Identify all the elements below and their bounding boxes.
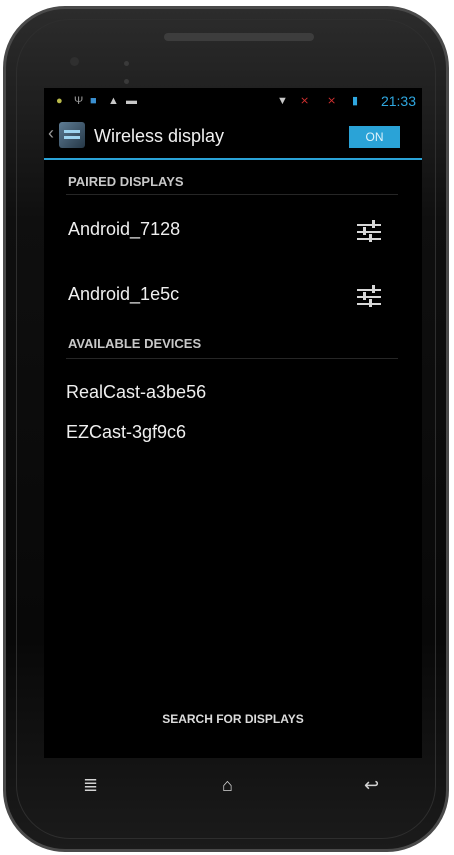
warning-icon: ▲ (108, 95, 119, 107)
earpiece-speaker (164, 33, 314, 41)
android-icon: ● (56, 95, 63, 107)
settings-sliders-icon[interactable] (357, 220, 381, 242)
list-item-available-device[interactable]: EZCast-3gf9c6 (66, 422, 186, 443)
paired-display-name: Android_1e5c (68, 284, 180, 304)
section-divider (66, 194, 398, 195)
usb-icon: Ψ (74, 95, 84, 107)
section-header-available: AVAILABLE DEVICES (68, 336, 202, 351)
chat-icon: ▬ (126, 95, 137, 107)
wireless-display-app-icon[interactable] (59, 122, 85, 148)
section-header-paired: PAIRED DISPLAYS (68, 174, 184, 189)
screen: ● Ψ ■ ▲ ▬ ▼ ⨯ ⨯ ▮ 21:33 ‹ Wireless displ… (44, 88, 422, 758)
battery-icon: ▮ (352, 95, 359, 107)
page-title: Wireless display (94, 126, 225, 146)
settings-sliders-icon[interactable] (357, 285, 381, 307)
list-item-available-device[interactable]: RealCast-a3be56 (66, 382, 206, 403)
wireless-display-toggle[interactable]: ON (349, 126, 400, 148)
proximity-sensor (124, 53, 138, 84)
status-bar: ● Ψ ■ ▲ ▬ ▼ ⨯ ⨯ ▮ 21:33 (44, 88, 422, 114)
up-chevron-icon[interactable]: ‹ (48, 123, 54, 144)
home-icon[interactable]: ⌂ (222, 775, 233, 796)
back-icon[interactable]: ↩ (364, 775, 379, 796)
status-time: 21:33 (380, 93, 416, 109)
wifi-icon: ▼ (277, 95, 288, 107)
image-icon: ■ (90, 95, 97, 107)
action-bar: ‹ Wireless display ON (44, 114, 422, 160)
paired-display-name: Android_7128 (68, 219, 181, 239)
no-signal-icon: ⨯ (300, 95, 310, 107)
search-for-displays-button[interactable]: SEARCH FOR DISPLAYS (44, 712, 422, 726)
section-divider (66, 358, 398, 359)
no-signal-icon: ⨯ (327, 95, 337, 107)
front-camera (70, 57, 79, 66)
menu-icon[interactable]: ≣ (83, 775, 98, 796)
